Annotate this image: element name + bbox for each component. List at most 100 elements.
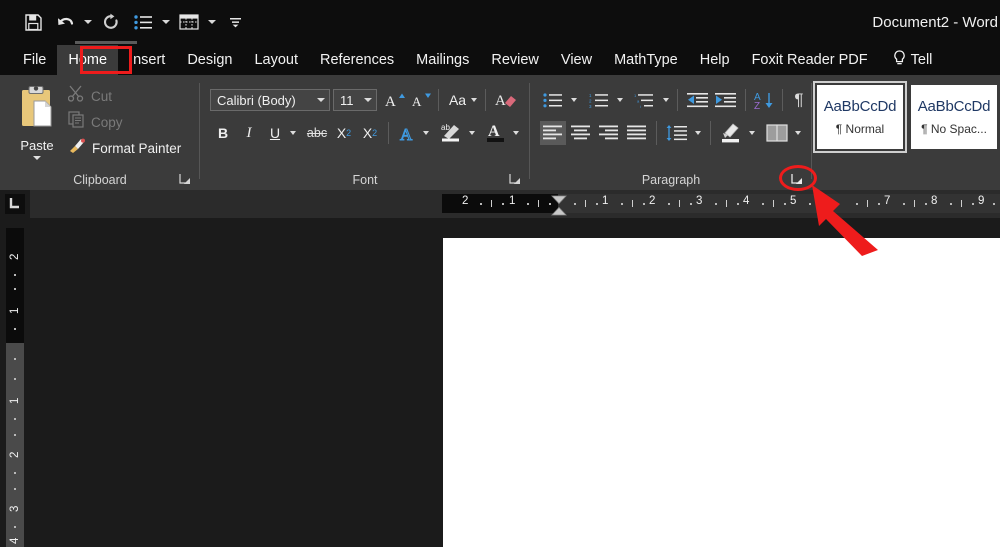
style-normal[interactable]: AaBbCcDd ¶ Normal — [813, 81, 907, 153]
tab-file[interactable]: File — [12, 45, 57, 75]
cut-label: Cut — [91, 88, 113, 104]
change-case-button[interactable]: Aa — [446, 89, 480, 111]
decrease-indent-button[interactable] — [685, 88, 711, 112]
show-paragraph-marks-button[interactable]: ¶ — [788, 88, 810, 112]
horizontal-ruler[interactable]: 2 1 1 2 3 4 5 7 8 9 — [30, 190, 1000, 225]
table-dropdown-icon[interactable] — [206, 7, 218, 37]
ribbon-tabs: File Home Insert Design Layout Reference… — [0, 45, 1000, 75]
ruler-tick-9: 9 — [978, 195, 985, 207]
bullets-button[interactable] — [540, 89, 566, 111]
copy-button[interactable]: Copy — [68, 111, 123, 133]
tab-stop-selector[interactable] — [0, 190, 30, 218]
tab-insert[interactable]: Insert — [118, 45, 176, 75]
multilevel-list-dropdown-icon[interactable] — [659, 89, 673, 111]
tab-home[interactable]: Home — [57, 45, 119, 75]
font-name-combo[interactable]: Calibri (Body) — [210, 89, 330, 111]
format-painter-button[interactable]: Format Painter — [68, 137, 181, 159]
font-name-value: Calibri (Body) — [217, 92, 296, 108]
borders-dropdown-icon[interactable] — [791, 121, 805, 145]
tab-review[interactable]: Review — [480, 45, 550, 75]
paste-button[interactable]: Paste — [8, 81, 66, 173]
customize-quick-access-icon[interactable] — [220, 7, 250, 37]
cut-button[interactable]: Cut — [67, 85, 113, 107]
tab-foxit-reader-pdf[interactable]: Foxit Reader PDF — [741, 45, 879, 75]
vertical-ruler[interactable]: 2 1 1 2 3 4 — [6, 228, 24, 547]
tab-references[interactable]: References — [309, 45, 405, 75]
tab-help[interactable]: Help — [689, 45, 741, 75]
bullets-dropdown-icon[interactable] — [160, 7, 172, 37]
svg-text:A: A — [385, 94, 396, 109]
ruler-tick-7: 7 — [884, 195, 891, 207]
clipboard-dialog-launcher[interactable] — [177, 171, 192, 186]
svg-text:A: A — [400, 125, 413, 143]
svg-text:a: a — [637, 98, 640, 103]
document-page[interactable] — [443, 238, 1000, 547]
chevron-down-icon[interactable] — [471, 98, 478, 102]
tab-design[interactable]: Design — [176, 45, 243, 75]
undo-dropdown-icon[interactable] — [82, 7, 94, 37]
underline-label: U — [269, 125, 281, 141]
text-effects-dropdown-icon[interactable] — [419, 122, 433, 144]
font-dialog-launcher[interactable] — [507, 171, 522, 186]
line-spacing-button[interactable] — [664, 121, 690, 145]
chevron-down-icon[interactable] — [317, 98, 325, 102]
shrink-font-button[interactable]: A — [409, 89, 433, 111]
svg-text:i: i — [640, 103, 641, 107]
clear-formatting-button[interactable]: A — [493, 88, 519, 112]
text-highlight-button[interactable]: ab — [438, 120, 464, 144]
chevron-down-icon[interactable] — [364, 98, 372, 102]
underline-dropdown-icon[interactable] — [286, 122, 300, 144]
paste-dropdown-icon[interactable] — [33, 156, 41, 160]
numbering-button[interactable]: 123 — [586, 89, 612, 111]
text-highlight-dropdown-icon[interactable] — [465, 122, 479, 144]
tab-layout[interactable]: Layout — [243, 45, 309, 75]
underline-button[interactable]: U — [264, 122, 286, 144]
align-center-button[interactable] — [568, 121, 594, 145]
bullets-icon[interactable] — [128, 7, 158, 37]
font-size-combo[interactable]: 11 — [333, 89, 377, 111]
subscript-button[interactable]: X2 — [332, 122, 356, 144]
style-no-spacing[interactable]: AaBbCcDd ¶ No Spac... — [911, 85, 997, 149]
bold-button[interactable]: B — [212, 122, 234, 144]
tell-me-label: Tell — [910, 52, 933, 68]
group-label-font: Font — [352, 173, 378, 187]
tell-me-box[interactable]: Tell — [893, 49, 933, 71]
vruler-tick-top-2: 2 — [9, 253, 21, 260]
save-icon[interactable] — [18, 7, 48, 37]
align-left-button[interactable] — [540, 121, 566, 145]
grow-font-button[interactable]: A — [383, 89, 407, 111]
superscript-button[interactable]: X2 — [358, 122, 382, 144]
tab-mathtype[interactable]: MathType — [603, 45, 689, 75]
superscript-label: X — [362, 125, 373, 141]
copy-label: Copy — [91, 114, 123, 130]
font-color-dropdown-icon[interactable] — [509, 122, 523, 144]
multilevel-list-button[interactable]: 1ai — [632, 89, 658, 111]
shading-dropdown-icon[interactable] — [745, 121, 759, 145]
paragraph-dialog-launcher[interactable] — [789, 171, 804, 186]
shading-button[interactable] — [718, 120, 744, 145]
top-margin-area — [6, 228, 24, 343]
italic-button[interactable]: I — [238, 122, 260, 144]
word-window: Document2 - Word File Home Insert Design… — [0, 0, 1000, 547]
text-effects-button[interactable]: A — [396, 122, 418, 144]
undo-icon[interactable] — [50, 7, 80, 37]
increase-indent-button[interactable] — [713, 88, 739, 112]
redo-icon[interactable] — [96, 7, 126, 37]
font-color-button[interactable]: A — [484, 120, 508, 144]
tab-view[interactable]: View — [550, 45, 603, 75]
borders-button[interactable] — [764, 121, 790, 145]
sort-button[interactable]: AZ — [752, 88, 778, 112]
copy-icon — [68, 111, 85, 133]
table-icon[interactable] — [174, 7, 204, 37]
numbering-dropdown-icon[interactable] — [613, 89, 627, 111]
strikethrough-button[interactable]: abc — [304, 122, 330, 144]
align-right-button[interactable] — [596, 121, 622, 145]
tab-mailings[interactable]: Mailings — [405, 45, 480, 75]
paintbrush-icon — [68, 137, 86, 159]
divider — [656, 121, 657, 145]
change-case-label: Aa — [448, 92, 467, 108]
line-spacing-dropdown-icon[interactable] — [691, 121, 705, 145]
vruler-tick-top-1: 1 — [9, 307, 21, 314]
bullets-dropdown-icon[interactable] — [567, 89, 581, 111]
justify-button[interactable] — [624, 121, 650, 145]
